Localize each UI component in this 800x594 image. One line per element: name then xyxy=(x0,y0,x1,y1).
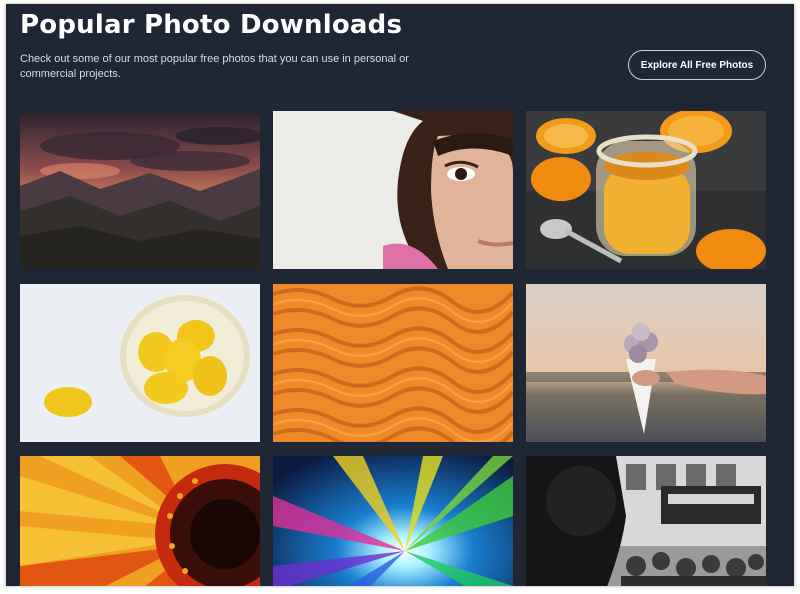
photo-tile-creme-brulee[interactable] xyxy=(526,111,766,269)
photo-tile-street-crowd[interactable] xyxy=(526,456,766,586)
ice-cream-image xyxy=(526,284,766,442)
creme-brulee-image xyxy=(526,111,766,269)
page-subtitle: Check out some of our most popular free … xyxy=(20,53,409,80)
explore-all-free-photos-button[interactable]: Explore All Free Photos xyxy=(628,50,766,80)
page-container: Popular Photo Downloads Check out some o… xyxy=(6,4,794,586)
photo-tile-light-burst[interactable] xyxy=(273,456,513,586)
photo-tile-sunset-mountains[interactable] xyxy=(20,111,260,269)
page-title: Popular Photo Downloads xyxy=(20,10,403,40)
sunset-mountains-image xyxy=(20,111,260,269)
gerbera-image xyxy=(20,456,260,586)
photo-tile-ice-cream[interactable] xyxy=(526,284,766,442)
girl-face-image xyxy=(273,111,513,269)
photo-tile-sand-dunes[interactable] xyxy=(273,284,513,442)
sand-dunes-image xyxy=(273,284,513,442)
lemons-bowl-image xyxy=(20,284,260,442)
light-burst-image xyxy=(273,456,513,586)
photo-tile-lemons-bowl[interactable] xyxy=(20,284,260,442)
photo-tile-gerbera[interactable] xyxy=(20,456,260,586)
street-crowd-image xyxy=(526,456,766,586)
photo-tile-girl-face[interactable] xyxy=(273,111,513,269)
